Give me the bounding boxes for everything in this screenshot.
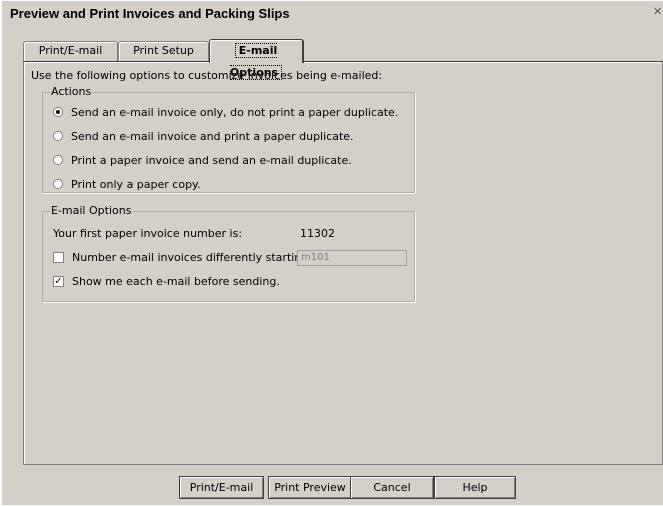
- radio-label: Print only a paper copy.: [71, 177, 201, 191]
- number-differently-option[interactable]: Number e-mail invoices differently start…: [53, 250, 339, 264]
- show-each-label: Show me each e-mail before sending.: [72, 274, 280, 288]
- actions-group: Actions Send an e-mail invoice only, do …: [42, 85, 415, 193]
- first-invoice-number: 11302: [300, 227, 335, 240]
- show-each-option[interactable]: ✓ Show me each e-mail before sending.: [53, 274, 280, 288]
- print-email-button[interactable]: Print/E-mail: [179, 476, 264, 499]
- tab-print-setup[interactable]: Print Setup: [118, 41, 209, 61]
- email-options-group: E-mail Options Your first paper invoice …: [42, 204, 415, 302]
- number-differently-checkbox[interactable]: [53, 251, 64, 263]
- cancel-button[interactable]: Cancel: [350, 476, 434, 499]
- radio-button[interactable]: [53, 131, 63, 141]
- radio-print-only[interactable]: Print only a paper copy.: [53, 177, 201, 191]
- radio-email-only[interactable]: Send an e-mail invoice only, do not prin…: [53, 105, 398, 119]
- start-number-field[interactable]: m101: [297, 250, 407, 266]
- radio-label: Send an e-mail invoice only, do not prin…: [71, 105, 399, 119]
- email-options-legend: E-mail Options: [50, 204, 133, 217]
- close-icon[interactable]: ✕: [653, 5, 663, 18]
- radio-print-and-email[interactable]: Print a paper invoice and send an e-mail…: [53, 153, 352, 167]
- radio-button[interactable]: [53, 155, 63, 165]
- tab-label: Print Setup: [133, 44, 194, 57]
- radio-button[interactable]: [53, 107, 63, 117]
- actions-legend: Actions: [50, 85, 93, 98]
- radio-label: Print a paper invoice and send an e-mail…: [71, 153, 352, 167]
- first-invoice-label: Your first paper invoice number is:: [53, 227, 243, 240]
- tab-print-email[interactable]: Print/E-mail: [23, 41, 118, 61]
- radio-button[interactable]: [53, 179, 63, 189]
- tab-label: E-mail Options: [229, 43, 283, 80]
- radio-email-and-print[interactable]: Send an e-mail invoice and print a paper…: [53, 129, 354, 143]
- tab-panel: Use the following options to customize i…: [23, 61, 663, 465]
- print-preview-button[interactable]: Print Preview: [268, 476, 352, 499]
- show-each-checkbox[interactable]: ✓: [53, 275, 64, 287]
- dialog-window: Preview and Print Invoices and Packing S…: [1, 0, 663, 505]
- radio-label: Send an e-mail invoice and print a paper…: [71, 129, 354, 143]
- tab-email-options[interactable]: E-mail Options: [209, 39, 304, 80]
- help-button[interactable]: Help: [434, 476, 516, 499]
- dialog-title: Preview and Print Invoices and Packing S…: [10, 6, 290, 21]
- tab-label: Print/E-mail: [38, 44, 103, 57]
- intro-text: Use the following options to customize i…: [31, 69, 383, 82]
